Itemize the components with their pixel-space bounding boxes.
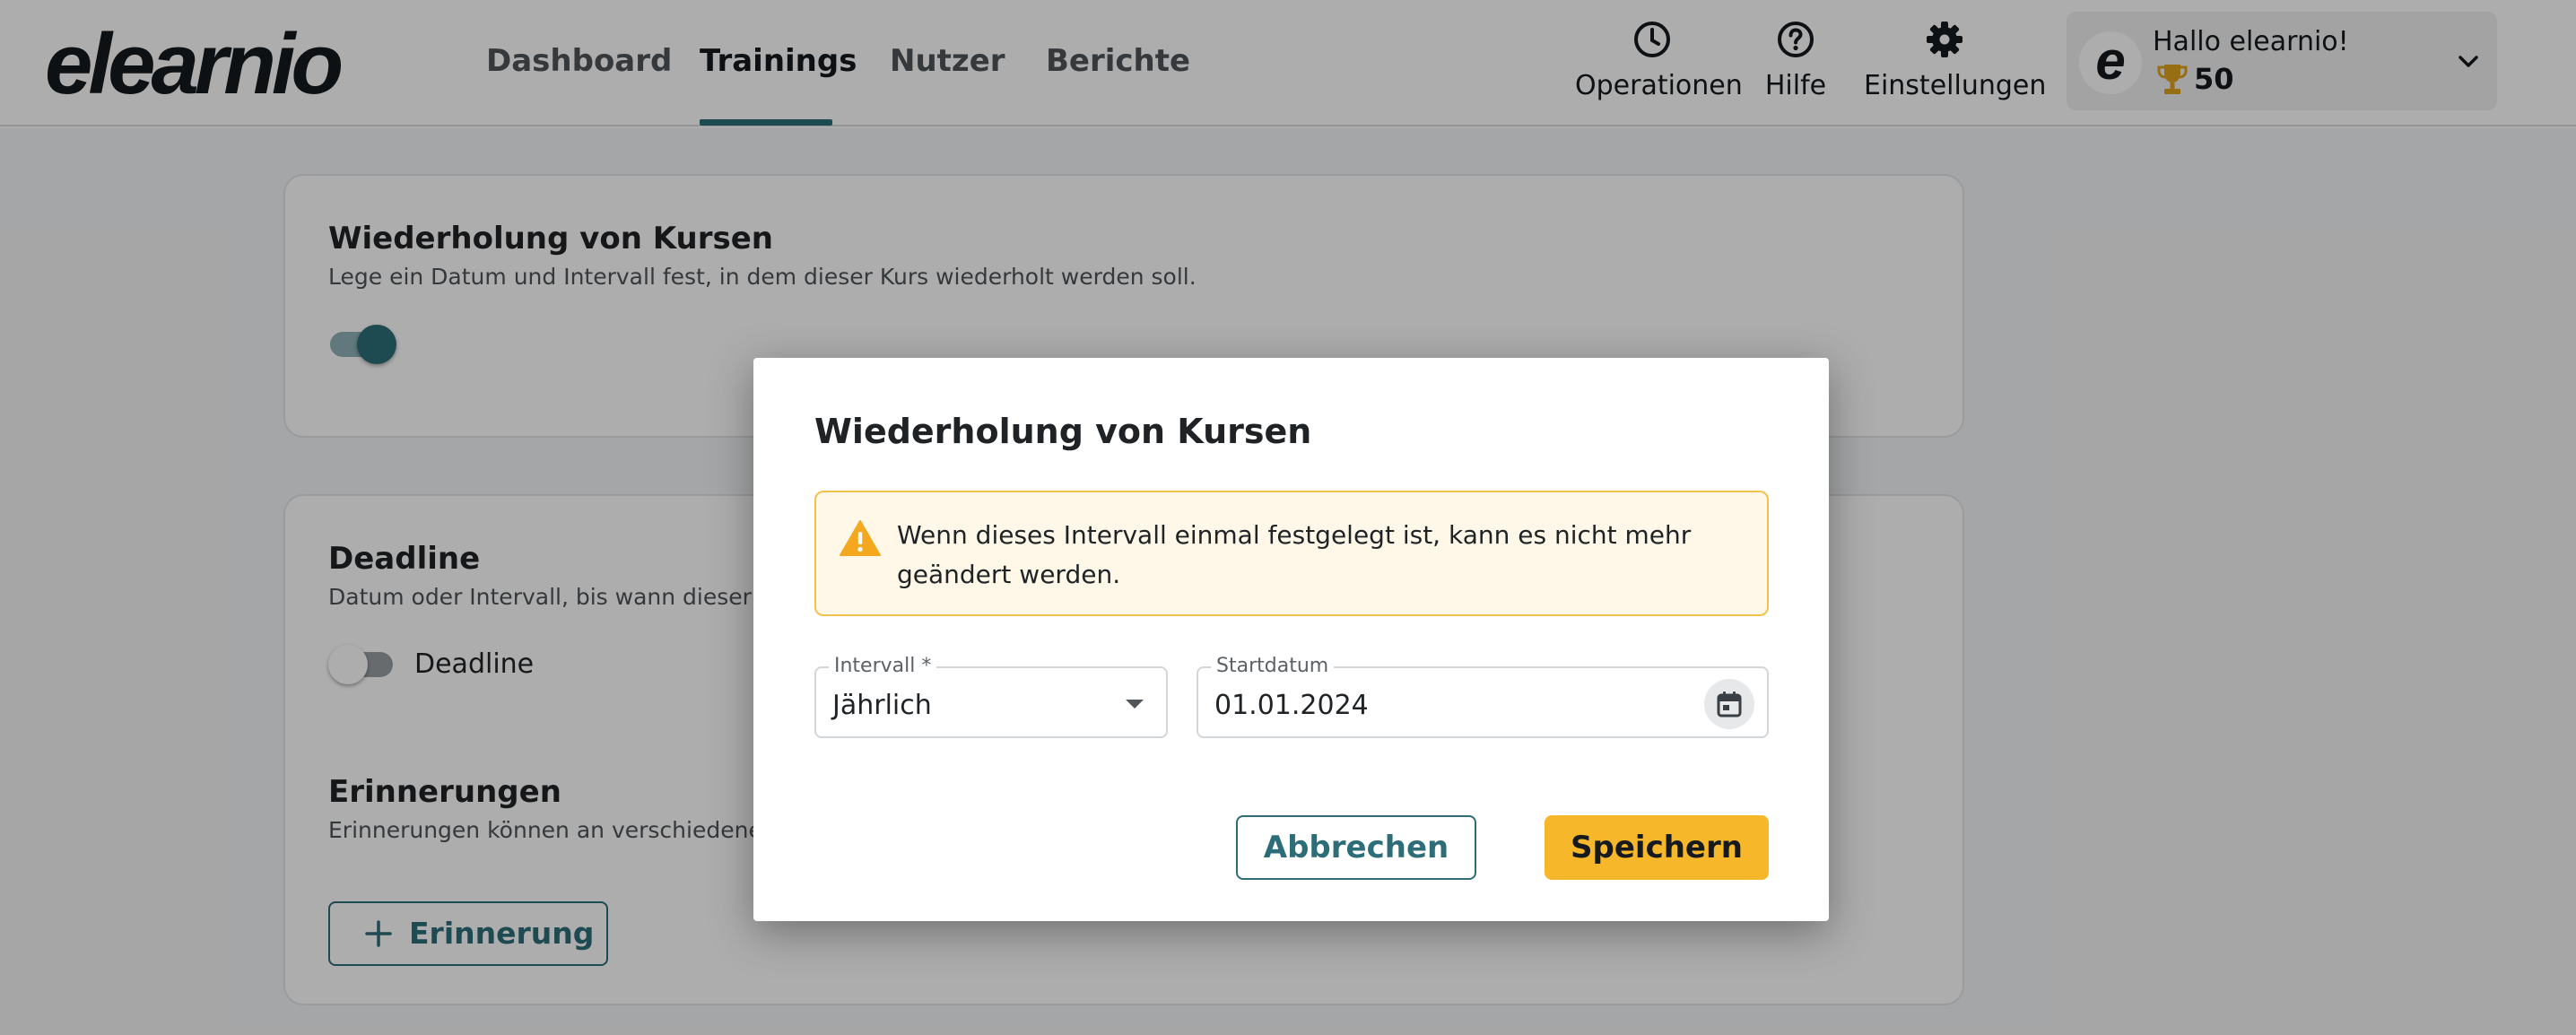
calendar-icon [1717,691,1742,718]
save-button[interactable]: Speichern [1545,815,1769,880]
start-date-field[interactable]: Startdatum 01.01.2024 [1197,655,1769,738]
interval-label: Intervall * [829,655,937,678]
warning-text: Wenn dieses Intervall einmal festgelegt … [897,520,1692,589]
recurrence-dialog: Wiederholung von Kursen Wenn dieses Inte… [753,358,1829,921]
interval-value: Jährlich [832,690,932,721]
start-date-value: 01.01.2024 [1214,690,1369,721]
start-date-label: Startdatum [1211,655,1335,678]
caret-down-icon [1126,700,1144,709]
interval-select[interactable]: Intervall * Jährlich [814,655,1168,738]
cancel-button[interactable]: Abbrechen [1236,815,1476,880]
warning-icon [840,520,881,556]
warning-alert: Wenn dieses Intervall einmal festgelegt … [814,491,1769,616]
calendar-button[interactable] [1704,679,1754,729]
dialog-title: Wiederholung von Kursen [814,412,1312,451]
